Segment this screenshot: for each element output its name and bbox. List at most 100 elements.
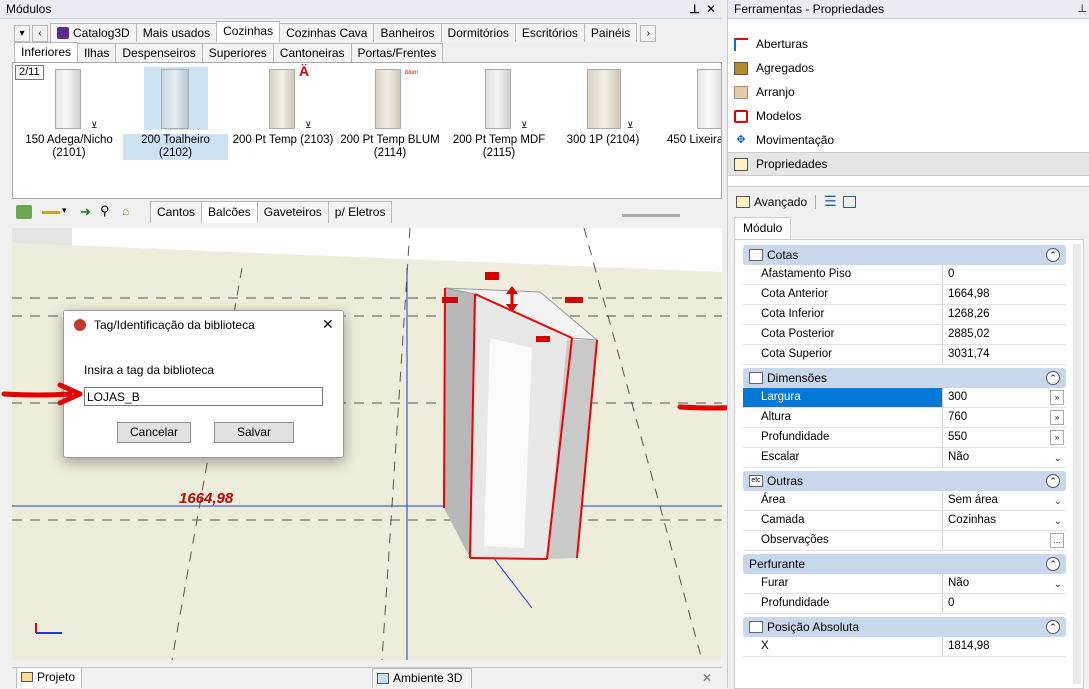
property-value[interactable]: 0 xyxy=(943,265,1066,284)
property-row[interactable]: Furar Não ⌄ xyxy=(743,574,1066,594)
save-button[interactable]: Salvar xyxy=(214,422,294,443)
property-value[interactable]: 0 xyxy=(943,594,1066,613)
category-header[interactable]: Perfurante ⌃ xyxy=(743,554,1066,574)
chevron-down-icon[interactable]: ⌄ xyxy=(1054,512,1062,531)
category-header[interactable]: Dimensões ⌃ xyxy=(743,368,1066,388)
property-value[interactable]: Não ⌄ xyxy=(943,574,1066,593)
property-value[interactable]: 1664,98 xyxy=(943,285,1066,304)
ellipsis-button[interactable]: … xyxy=(1050,533,1064,548)
tab-cozinhas[interactable]: Cozinhas xyxy=(216,21,281,42)
thumbnail-item[interactable]: 450 Lixeira xyxy=(659,63,721,147)
property-row[interactable]: Cota Posterior 2885,02 xyxy=(743,325,1066,345)
property-row[interactable]: Camada Cozinhas ⌄ xyxy=(743,511,1066,531)
tab-superiores[interactable]: Superiores xyxy=(201,43,274,62)
property-value[interactable]: … xyxy=(943,531,1066,550)
tab-mais-usados[interactable]: Mais usados xyxy=(135,23,218,42)
thumbnail-item[interactable]: ⊻ 200 Pt Temp MDF (2115) xyxy=(447,63,551,160)
tab-cozinhas-cava[interactable]: Cozinhas Cava xyxy=(279,23,375,42)
property-row[interactable]: Cota Inferior 1268,26 xyxy=(743,305,1066,325)
binoculars-icon[interactable]: ⚲ xyxy=(100,203,110,219)
tab-escritorios[interactable]: Escritórios xyxy=(514,23,585,42)
tab-modulo[interactable]: Módulo xyxy=(734,217,792,239)
tab-ilhas[interactable]: Ilhas xyxy=(77,43,117,62)
property-row[interactable]: Profundidade 550» xyxy=(743,428,1066,448)
pin-icon[interactable]: ⊥ xyxy=(1077,0,1087,19)
property-row[interactable]: X 1814,98 xyxy=(743,637,1066,657)
property-value[interactable]: 2885,02 xyxy=(943,325,1066,344)
cancel-button[interactable]: Cancelar xyxy=(117,422,191,443)
expand-button[interactable]: » xyxy=(1050,410,1064,425)
tab-despenseiros[interactable]: Despenseiros xyxy=(115,43,203,62)
property-value[interactable]: 3031,74 xyxy=(943,345,1066,364)
thumbnail-item[interactable]: ⊻ 150 Adega/Nicho (2101) xyxy=(17,63,121,160)
chevron-down-icon[interactable]: ⌄ xyxy=(1054,575,1062,594)
advanced-button[interactable]: Avançado xyxy=(754,195,807,209)
tag-input[interactable] xyxy=(84,387,323,406)
collapse-icon[interactable]: ⌃ xyxy=(1046,371,1060,385)
tool-propriedades[interactable]: Propriedades xyxy=(728,152,1089,176)
insert-icon[interactable]: ➜ xyxy=(80,204,91,220)
property-value[interactable]: 1268,26 xyxy=(943,305,1066,324)
property-value[interactable]: 1814,98 xyxy=(943,637,1066,656)
tab-ambiente-3d[interactable]: Ambiente 3D xyxy=(372,668,472,688)
chevron-down-icon[interactable]: ⌄ xyxy=(1054,449,1062,468)
cabinet-icon[interactable]: ⌂ xyxy=(122,204,129,218)
property-row[interactable]: Afastamento Piso 0 xyxy=(743,265,1066,285)
tab-catalog3d[interactable]: Catalog3D xyxy=(50,23,137,42)
chevron-left-icon[interactable]: ‹ xyxy=(32,25,48,42)
property-row[interactable]: Cota Anterior 1664,98 xyxy=(743,285,1066,305)
property-value[interactable]: Cozinhas ⌄ xyxy=(943,511,1066,530)
tab-banheiros[interactable]: Banheiros xyxy=(373,23,442,42)
property-value[interactable]: 300» xyxy=(943,388,1066,407)
tab-cantos[interactable]: Cantos xyxy=(150,201,203,223)
line-style-icon[interactable] xyxy=(42,211,60,214)
close-icon[interactable]: ✕ xyxy=(706,0,716,19)
category-header[interactable]: etc Outras ⌃ xyxy=(743,471,1066,491)
splitter-handle[interactable] xyxy=(622,214,680,217)
view-icon[interactable] xyxy=(16,205,32,219)
tool-arranjo[interactable]: Arranjo xyxy=(728,80,1089,104)
property-row[interactable]: Largura 300» xyxy=(743,388,1066,408)
dialog-close-button[interactable]: ✕ xyxy=(322,316,334,333)
expand-button[interactable]: » xyxy=(1050,390,1064,405)
collapse-icon[interactable]: ⌃ xyxy=(1046,248,1060,262)
pin-icon[interactable]: ⊥ xyxy=(690,0,700,19)
collapse-icon[interactable]: ⌃ xyxy=(1046,557,1060,571)
tool-aberturas[interactable]: Aberturas xyxy=(728,32,1089,56)
tab-cantoneiras[interactable]: Cantoneiras xyxy=(272,43,352,62)
property-value[interactable]: Sem área ⌄ xyxy=(943,491,1066,510)
property-value[interactable]: 760» xyxy=(943,408,1066,427)
chevron-right-icon[interactable]: › xyxy=(640,25,657,42)
property-value[interactable]: Não ⌄ xyxy=(943,448,1066,467)
property-row[interactable]: Profundidade 0 xyxy=(743,594,1066,614)
tab-portas-frentes[interactable]: Portas/Frentes xyxy=(350,43,444,62)
property-value[interactable]: 550» xyxy=(943,428,1066,447)
collapse-icon[interactable]: ⌃ xyxy=(1046,620,1060,634)
thumbnail-item-selected[interactable]: 200 Toalheiro (2102) xyxy=(123,63,228,160)
thumbnail-item[interactable]: Ä ⊻ 200 Pt Temp (2103) xyxy=(231,63,335,147)
tab-balcoes[interactable]: Balcões xyxy=(201,201,258,223)
chevron-down-icon[interactable]: ▾ xyxy=(62,205,67,216)
property-row[interactable]: Escalar Não ⌄ xyxy=(743,448,1066,468)
thumbnail-item[interactable]: ⊻ 300 1P (2104) xyxy=(553,63,653,147)
chevron-down-icon[interactable]: ▾ xyxy=(14,25,30,42)
tab-p-eletros[interactable]: p/ Eletros xyxy=(327,201,393,223)
alphabetical-icon[interactable] xyxy=(842,195,856,208)
tab-projeto[interactable]: Projeto xyxy=(16,668,83,688)
close-icon[interactable]: ✕ xyxy=(702,671,712,685)
property-row[interactable]: Área Sem área ⌄ xyxy=(743,491,1066,511)
collapse-icon[interactable]: ⌃ xyxy=(1046,474,1060,488)
tab-dormitorios[interactable]: Dormitórios xyxy=(440,23,516,42)
scrollbar[interactable] xyxy=(1073,244,1081,684)
category-header[interactable]: Cotas ⌃ xyxy=(743,245,1066,265)
thumbnail-item[interactable]: blum 200 Pt Temp BLUM (2114) xyxy=(339,63,441,160)
tool-agregados[interactable]: Agregados xyxy=(728,56,1089,80)
expand-button[interactable]: » xyxy=(1050,430,1064,445)
category-header[interactable]: Posição Absoluta ⌃ xyxy=(743,617,1066,637)
tab-paineis[interactable]: Painéis xyxy=(583,23,638,42)
chevron-down-icon[interactable]: ⌄ xyxy=(1054,492,1062,511)
tool-movimentacao[interactable]: ✥ Movimentação xyxy=(728,128,1089,152)
property-row[interactable]: Altura 760» xyxy=(743,408,1066,428)
property-row[interactable]: Observações… xyxy=(743,531,1066,551)
tab-gaveteiros[interactable]: Gaveteiros xyxy=(256,201,329,223)
